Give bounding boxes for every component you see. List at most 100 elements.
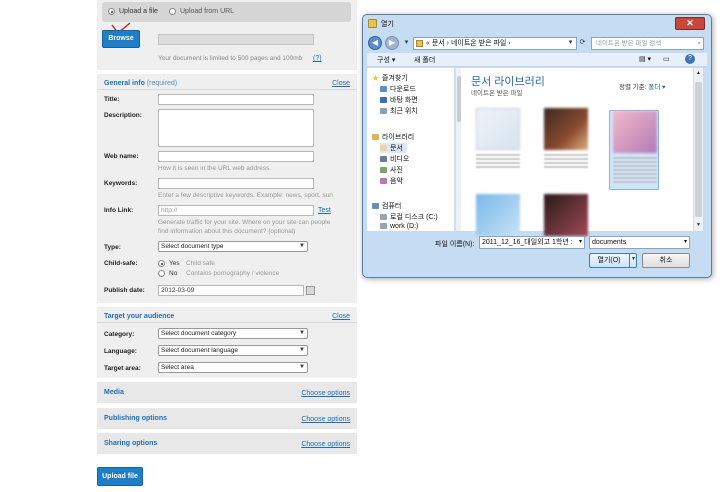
open-button-label: 열기(O) — [597, 257, 621, 264]
browse-button[interactable]: Browse — [102, 30, 140, 48]
address-path: « 문서 › 네이트온 받은 파일 › — [426, 40, 511, 47]
childsafe-yes-radio[interactable] — [158, 260, 165, 267]
panel-divider — [97, 322, 357, 323]
webname-input[interactable] — [158, 151, 314, 162]
publish-date-label: Publish date: — [104, 287, 145, 294]
type-select[interactable]: Select document type ▼ — [158, 241, 308, 252]
publish-date-input[interactable]: 2012-03-09 — [158, 285, 304, 296]
description-label: Description: — [104, 112, 142, 119]
new-folder-button[interactable]: 새 폴더 — [414, 55, 435, 65]
infolink-test-link[interactable]: Test — [318, 207, 331, 214]
title-label: Title: — [104, 96, 120, 103]
file-caption — [613, 157, 657, 185]
upload-file-radio[interactable] — [108, 8, 115, 15]
general-info-close-link[interactable]: Close — [332, 80, 350, 87]
upload-file-label: Upload a file — [119, 8, 158, 15]
history-dropdown-icon[interactable]: ▾ — [401, 37, 412, 50]
filetype-select[interactable]: documents ▾ — [589, 236, 690, 249]
nav-label: 최근 위치 — [390, 108, 418, 115]
chevron-down-icon: ▾ — [683, 239, 687, 245]
search-placeholder: 네이트온 받은 파일 검색 — [596, 40, 662, 47]
nav-label: work (D:) — [390, 223, 419, 230]
library-icon — [372, 134, 379, 140]
nav-item-documents[interactable]: 문서 — [380, 143, 407, 153]
back-arrow-icon[interactable]: ◀ — [368, 36, 382, 50]
upload-url-radio[interactable] — [169, 8, 176, 15]
nav-item-downloads[interactable]: 다운로드 — [380, 84, 416, 94]
open-options-dropdown-icon[interactable]: ▾ — [629, 253, 637, 268]
computer-icon — [372, 203, 379, 209]
refresh-icon[interactable]: ⟳ — [577, 37, 588, 50]
infolink-input[interactable]: http:// — [158, 205, 314, 216]
target-area-label: Target area: — [104, 365, 141, 372]
nav-item-favorites[interactable]: 즐겨찾기 — [372, 73, 408, 83]
category-select[interactable]: Select document category ▼ — [158, 328, 308, 339]
keywords-input[interactable] — [158, 178, 314, 189]
file-thumbnail[interactable] — [541, 108, 591, 168]
infolink-hint-line1: Generate traffic for your site. Where on… — [158, 219, 331, 226]
nav-item-libraries[interactable]: 라이브러리 — [372, 132, 414, 142]
upload-file-button[interactable]: Upload file — [97, 467, 143, 486]
upload-help-link[interactable]: (?) — [313, 55, 322, 62]
nav-item-videos[interactable]: 비디오 — [380, 154, 409, 164]
organize-button[interactable]: 구성 ▾ — [377, 55, 395, 65]
star-icon — [372, 75, 379, 81]
sharing-options-heading: Sharing options — [104, 440, 158, 447]
nav-item-work-drive[interactable]: work (D:) — [380, 223, 418, 230]
help-icon[interactable]: ? — [685, 54, 695, 64]
documents-icon — [380, 145, 387, 151]
media-choose-options-link[interactable]: Choose options — [301, 390, 350, 397]
nav-item-computer[interactable]: 컴퓨터 — [372, 201, 401, 211]
scroll-thumb[interactable] — [695, 82, 702, 217]
preview-pane-icon[interactable]: ▭ — [663, 55, 670, 63]
media-section[interactable]: Media Choose options — [97, 382, 357, 403]
target-audience-close-link[interactable]: Close — [332, 313, 350, 320]
scroll-up-icon[interactable]: ▲ — [696, 70, 701, 76]
language-select[interactable]: Select document language ▼ — [158, 345, 308, 356]
sharing-options-section[interactable]: Sharing options Choose options — [97, 433, 357, 454]
sharing-choose-options-link[interactable]: Choose options — [301, 441, 350, 448]
nav-item-recent[interactable]: 최근 위치 — [380, 106, 418, 116]
nav-label: 바탕 화면 — [390, 97, 418, 104]
forward-arrow-icon[interactable]: ▶ — [385, 36, 399, 50]
cancel-button[interactable]: 취소 — [642, 253, 690, 268]
view-options-icon[interactable]: ▤ ▾ — [639, 55, 651, 63]
search-input[interactable]: 네이트온 받은 파일 검색 ⌕ — [591, 37, 704, 50]
target-audience-panel: Target your audience Close Category: Sel… — [97, 307, 357, 378]
file-list-scrollbar[interactable]: ▲ ▼ — [693, 68, 703, 231]
drive-icon — [380, 223, 387, 229]
webname-hint: How it is seen in the URL web address. — [158, 165, 272, 172]
childsafe-no-radio[interactable] — [158, 270, 165, 277]
drive-icon — [380, 214, 387, 220]
category-label: Category: — [104, 331, 135, 338]
nav-item-local-disk[interactable]: 로컬 디스크 (C:) — [380, 212, 438, 222]
chevron-down-icon[interactable]: ▾ — [579, 237, 582, 248]
upload-limit-text: Your document is limited to 500 pages an… — [158, 55, 303, 62]
type-select-value: Select document type — [161, 243, 224, 250]
file-caption — [476, 154, 520, 168]
title-input[interactable] — [158, 94, 314, 105]
language-select-value: Select document language — [161, 347, 238, 354]
childsafe-yes-hint: Child safe — [186, 260, 215, 267]
search-icon: ⌕ — [697, 40, 701, 47]
chevron-down-icon: ▼ — [299, 347, 305, 353]
language-label: Language: — [104, 348, 137, 355]
target-area-select[interactable]: Select area ▼ — [158, 362, 308, 373]
filename-input[interactable]: 2011_12_16_대일외고 1학년 : ▾ — [479, 236, 585, 249]
nav-item-music[interactable]: 음악 — [380, 176, 403, 186]
publishing-choose-options-link[interactable]: Choose options — [301, 416, 350, 423]
address-dropdown-icon[interactable]: ▾ — [565, 37, 576, 50]
file-preview — [544, 194, 588, 236]
publishing-options-section[interactable]: Publishing options Choose options — [97, 408, 357, 429]
calendar-icon[interactable] — [306, 286, 315, 295]
address-bar[interactable]: « 문서 › 네이트온 받은 파일 › — [413, 37, 577, 50]
close-icon[interactable]: ✕ — [675, 17, 705, 30]
description-textarea[interactable] — [158, 109, 314, 147]
arrange-by[interactable]: 정렬 기준: 폴더 ▾ — [619, 81, 665, 91]
file-thumbnail-selected[interactable] — [609, 110, 659, 190]
nav-item-desktop[interactable]: 바탕 화면 — [380, 95, 418, 105]
nav-label: 즐겨찾기 — [382, 75, 408, 82]
scroll-down-icon[interactable]: ▼ — [696, 222, 701, 228]
file-thumbnail[interactable] — [473, 108, 523, 168]
nav-item-pictures[interactable]: 사진 — [380, 165, 403, 175]
